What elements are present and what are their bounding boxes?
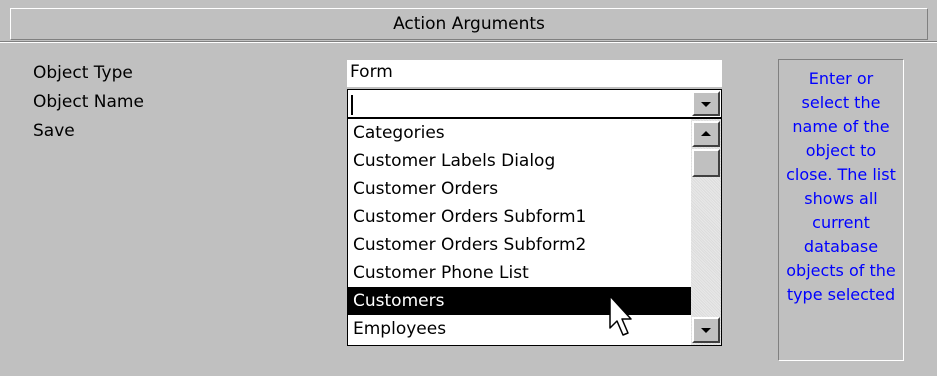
object-name-dropdown-button[interactable] bbox=[692, 91, 720, 116]
chevron-down-icon bbox=[701, 101, 711, 107]
help-text: Enter or select the name of the object t… bbox=[786, 69, 896, 304]
text-caret bbox=[351, 95, 353, 115]
list-item-customer-phone-list[interactable]: Customer Phone List bbox=[348, 259, 691, 287]
scroll-up-icon bbox=[701, 131, 711, 136]
list-item-customer-labels-dialog[interactable]: Customer Labels Dialog bbox=[348, 147, 691, 175]
scroll-up-button[interactable] bbox=[692, 121, 720, 147]
object-name-combobox[interactable] bbox=[347, 89, 722, 118]
scroll-down-icon bbox=[701, 328, 711, 333]
object-name-label: Object Name bbox=[33, 92, 144, 112]
object-type-label: Object Type bbox=[33, 63, 133, 83]
list-item-customer-orders-subform2[interactable]: Customer Orders Subform2 bbox=[348, 231, 691, 259]
save-label: Save bbox=[33, 121, 75, 141]
help-text-box: Enter or select the name of the object t… bbox=[778, 59, 904, 361]
action-arguments-panel: Action Arguments Object Type Object Name… bbox=[0, 0, 937, 376]
scroll-down-button[interactable] bbox=[692, 317, 720, 343]
list-item-customer-orders-subform1[interactable]: Customer Orders Subform1 bbox=[348, 203, 691, 231]
object-type-value: Form bbox=[350, 62, 393, 82]
header-divider bbox=[0, 42, 937, 43]
list-item-employees[interactable]: Employees bbox=[348, 315, 691, 343]
object-name-dropdown-list[interactable]: Categories Customer Labels Dialog Custom… bbox=[347, 118, 722, 346]
action-arguments-header: Action Arguments bbox=[10, 8, 928, 40]
header-title: Action Arguments bbox=[393, 14, 545, 34]
list-item-customers[interactable]: Customers bbox=[348, 287, 691, 315]
mouse-pointer-icon bbox=[609, 295, 632, 336]
list-item-customer-orders[interactable]: Customer Orders bbox=[348, 175, 691, 203]
object-type-field[interactable]: Form bbox=[347, 60, 722, 87]
dropdown-scrollbar[interactable] bbox=[691, 119, 721, 345]
dropdown-items: Categories Customer Labels Dialog Custom… bbox=[348, 119, 691, 343]
scrollbar-thumb[interactable] bbox=[692, 149, 720, 177]
list-item-categories[interactable]: Categories bbox=[348, 119, 691, 147]
